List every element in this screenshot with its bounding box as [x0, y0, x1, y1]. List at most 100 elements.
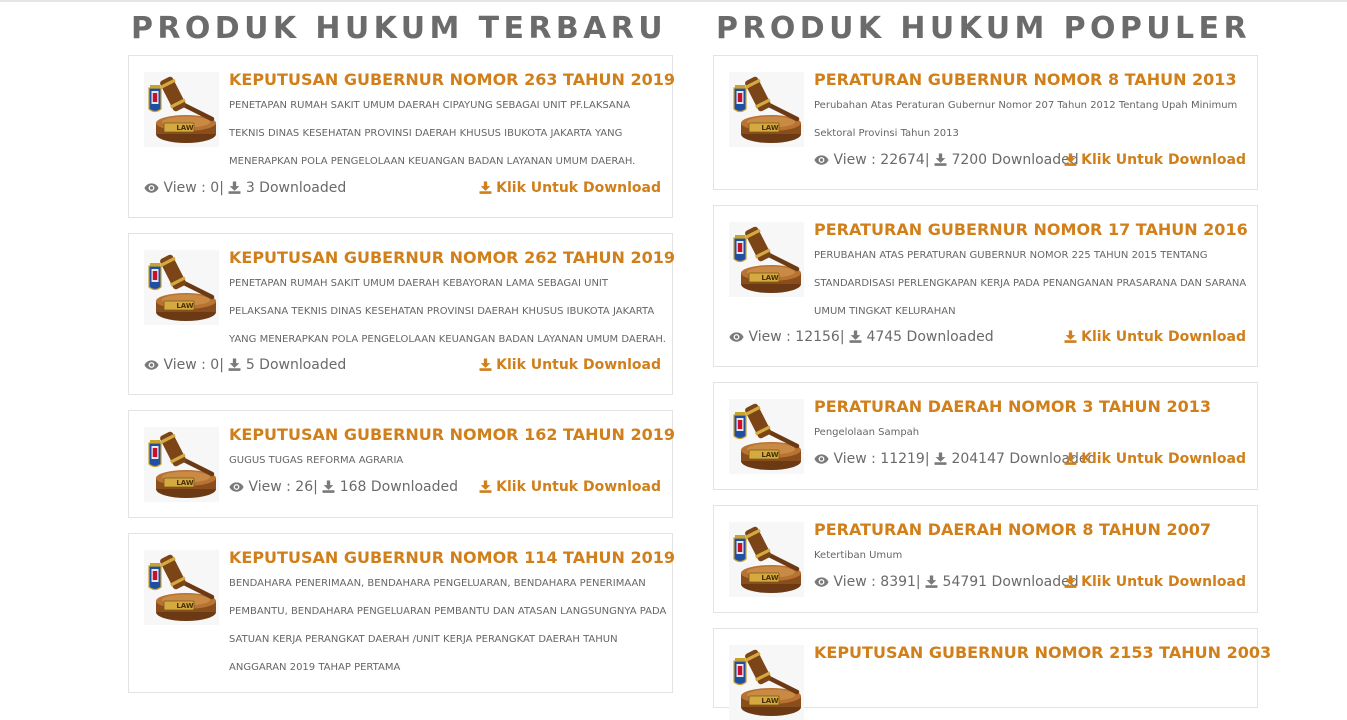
- document-title[interactable]: PERATURAN DAERAH NOMOR 3 TAHUN 2013: [814, 395, 1253, 419]
- document-card: LAW PERATURAN DAERAH NOMOR 3 TAHUN 2013 …: [713, 382, 1258, 490]
- law-gavel-thumbnail: LAW: [144, 427, 219, 502]
- eye-icon: [814, 453, 829, 465]
- view-count: View : 0|: [163, 357, 224, 373]
- law-gavel-thumbnail: LAW: [729, 522, 804, 597]
- download-icon: [934, 452, 947, 465]
- thumbnail-label: LAW: [761, 574, 779, 582]
- document-description: Ketertiban Umum: [814, 550, 903, 561]
- thumbnail-label: LAW: [761, 697, 779, 705]
- eye-icon: [144, 359, 159, 371]
- document-card: LAW PERATURAN DAERAH NOMOR 8 TAHUN 2007 …: [713, 505, 1258, 613]
- law-gavel-thumbnail: LAW: [729, 399, 804, 474]
- law-gavel-thumbnail: LAW: [729, 72, 804, 147]
- thumbnail-label: LAW: [761, 451, 779, 459]
- thumbnail-label: LAW: [176, 479, 194, 487]
- thumbnail-label: LAW: [761, 274, 779, 282]
- document-stats: View : 12156| 4745 Downloaded: [729, 327, 994, 347]
- download-icon: [228, 358, 241, 371]
- download-icon: [479, 480, 492, 493]
- download-icon: [1064, 153, 1077, 166]
- download-count: 7200 Downloaded: [951, 152, 1079, 168]
- thumbnail-label: LAW: [761, 124, 779, 132]
- download-icon: [322, 480, 335, 493]
- thumbnail-label: LAW: [176, 124, 194, 132]
- view-count: View : 22674|: [833, 152, 930, 168]
- document-title[interactable]: KEPUTUSAN GUBERNUR NOMOR 263 TAHUN 2019: [229, 68, 675, 92]
- document-description: Perubahan Atas Peraturan Gubernur Nomor …: [814, 100, 1238, 139]
- download-link-label: Klik Untuk Download: [1081, 451, 1246, 467]
- document-description: BENDAHARA PENERIMAAN, BENDAHARA PENGELUA…: [229, 578, 667, 673]
- document-description: PERUBAHAN ATAS PERATURAN GUBERNUR NOMOR …: [814, 250, 1247, 317]
- download-link[interactable]: Klik Untuk Download: [479, 355, 661, 375]
- view-count: View : 11219|: [833, 451, 930, 467]
- download-icon: [925, 575, 938, 588]
- law-gavel-thumbnail: LAW: [729, 222, 804, 297]
- download-link[interactable]: Klik Untuk Download: [479, 477, 661, 497]
- download-icon: [1064, 330, 1077, 343]
- thumbnail-label: LAW: [176, 602, 194, 610]
- thumbnail-label: LAW: [176, 302, 194, 310]
- law-gavel-thumbnail: LAW: [729, 645, 804, 720]
- download-link-label: Klik Untuk Download: [1081, 329, 1246, 345]
- download-icon: [1064, 452, 1077, 465]
- eye-icon: [814, 154, 829, 166]
- download-link-label: Klik Untuk Download: [1081, 574, 1246, 590]
- document-title[interactable]: KEPUTUSAN GUBERNUR NOMOR 2153 TAHUN 2003: [814, 641, 1271, 665]
- download-link-label: Klik Untuk Download: [496, 180, 661, 196]
- download-icon: [934, 153, 947, 166]
- document-title[interactable]: KEPUTUSAN GUBERNUR NOMOR 262 TAHUN 2019: [229, 246, 675, 270]
- download-link-label: Klik Untuk Download: [496, 357, 661, 373]
- download-count: 5 Downloaded: [245, 357, 347, 373]
- document-card: LAW KEPUTUSAN GUBERNUR NOMOR 114 TAHUN 2…: [128, 533, 675, 693]
- document-stats: View : 0| 3 Downloaded: [144, 178, 346, 198]
- download-link-label: Klik Untuk Download: [1081, 152, 1246, 168]
- download-link[interactable]: Klik Untuk Download: [1064, 572, 1246, 592]
- document-description: GUGUS TUGAS REFORMA AGRARIA: [229, 455, 404, 466]
- download-count: 4745 Downloaded: [866, 329, 994, 345]
- download-icon: [479, 181, 492, 194]
- document-title[interactable]: PERATURAN GUBERNUR NOMOR 17 TAHUN 2016: [814, 218, 1253, 242]
- download-count: 168 Downloaded: [339, 479, 458, 495]
- download-link[interactable]: Klik Untuk Download: [1064, 150, 1246, 170]
- download-icon: [228, 181, 241, 194]
- document-card: LAW PERATURAN GUBERNUR NOMOR 17 TAHUN 20…: [713, 205, 1258, 367]
- document-stats: View : 11219| 204147 Downloaded: [814, 449, 1096, 469]
- download-count: 3 Downloaded: [245, 180, 347, 196]
- download-link[interactable]: Klik Untuk Download: [1064, 449, 1246, 469]
- document-card: LAW KEPUTUSAN GUBERNUR NOMOR 162 TAHUN 2…: [128, 410, 675, 518]
- document-title[interactable]: KEPUTUSAN GUBERNUR NOMOR 114 TAHUN 2019: [229, 546, 675, 570]
- download-count: 54791 Downloaded: [942, 574, 1079, 590]
- eye-icon: [814, 576, 829, 588]
- document-stats: View : 0| 5 Downloaded: [144, 355, 346, 375]
- download-link[interactable]: Klik Untuk Download: [479, 178, 661, 198]
- document-card: LAW KEPUTUSAN GUBERNUR NOMOR 2153 TAHUN …: [713, 628, 1271, 720]
- document-card: LAW PERATURAN GUBERNUR NOMOR 8 TAHUN 201…: [713, 55, 1258, 190]
- eye-icon: [229, 481, 244, 493]
- document-description: PENETAPAN RUMAH SAKIT UMUM DAERAH CIPAYU…: [229, 100, 636, 167]
- download-link-label: Klik Untuk Download: [496, 479, 661, 495]
- document-title[interactable]: PERATURAN GUBERNUR NOMOR 8 TAHUN 2013: [814, 68, 1253, 92]
- view-count: View : 0|: [163, 180, 224, 196]
- law-gavel-thumbnail: LAW: [144, 72, 219, 147]
- document-description: PENETAPAN RUMAH SAKIT UMUM DAERAH KEBAYO…: [229, 278, 666, 345]
- view-count: View : 12156|: [748, 329, 845, 345]
- document-title[interactable]: KEPUTUSAN GUBERNUR NOMOR 162 TAHUN 2019: [229, 423, 675, 447]
- view-count: View : 8391|: [833, 574, 921, 590]
- law-gavel-thumbnail: LAW: [144, 550, 219, 625]
- eye-icon: [729, 331, 744, 343]
- view-count: View : 26|: [248, 479, 318, 495]
- document-stats: View : 26| 168 Downloaded: [229, 477, 458, 497]
- populer-column: PRODUK HUKUM POPULER LAW PERATURAN GUBER…: [713, 0, 1271, 720]
- document-stats: View : 8391| 54791 Downloaded: [814, 572, 1079, 592]
- section-heading-terbaru: PRODUK HUKUM TERBARU: [131, 11, 667, 46]
- eye-icon: [144, 182, 159, 194]
- document-description: Pengelolaan Sampah: [814, 427, 920, 438]
- download-icon: [479, 358, 492, 371]
- terbaru-column: PRODUK HUKUM TERBARU LAW KEPUTUSAN GUBER…: [128, 0, 675, 693]
- document-card: LAW KEPUTUSAN GUBERNUR NOMOR 263 TAHUN 2…: [128, 55, 675, 218]
- document-stats: View : 22674| 7200 Downloaded: [814, 150, 1079, 170]
- document-title[interactable]: PERATURAN DAERAH NOMOR 8 TAHUN 2007: [814, 518, 1253, 542]
- document-card: LAW KEPUTUSAN GUBERNUR NOMOR 262 TAHUN 2…: [128, 233, 675, 395]
- download-icon: [1064, 575, 1077, 588]
- download-link[interactable]: Klik Untuk Download: [1064, 327, 1246, 347]
